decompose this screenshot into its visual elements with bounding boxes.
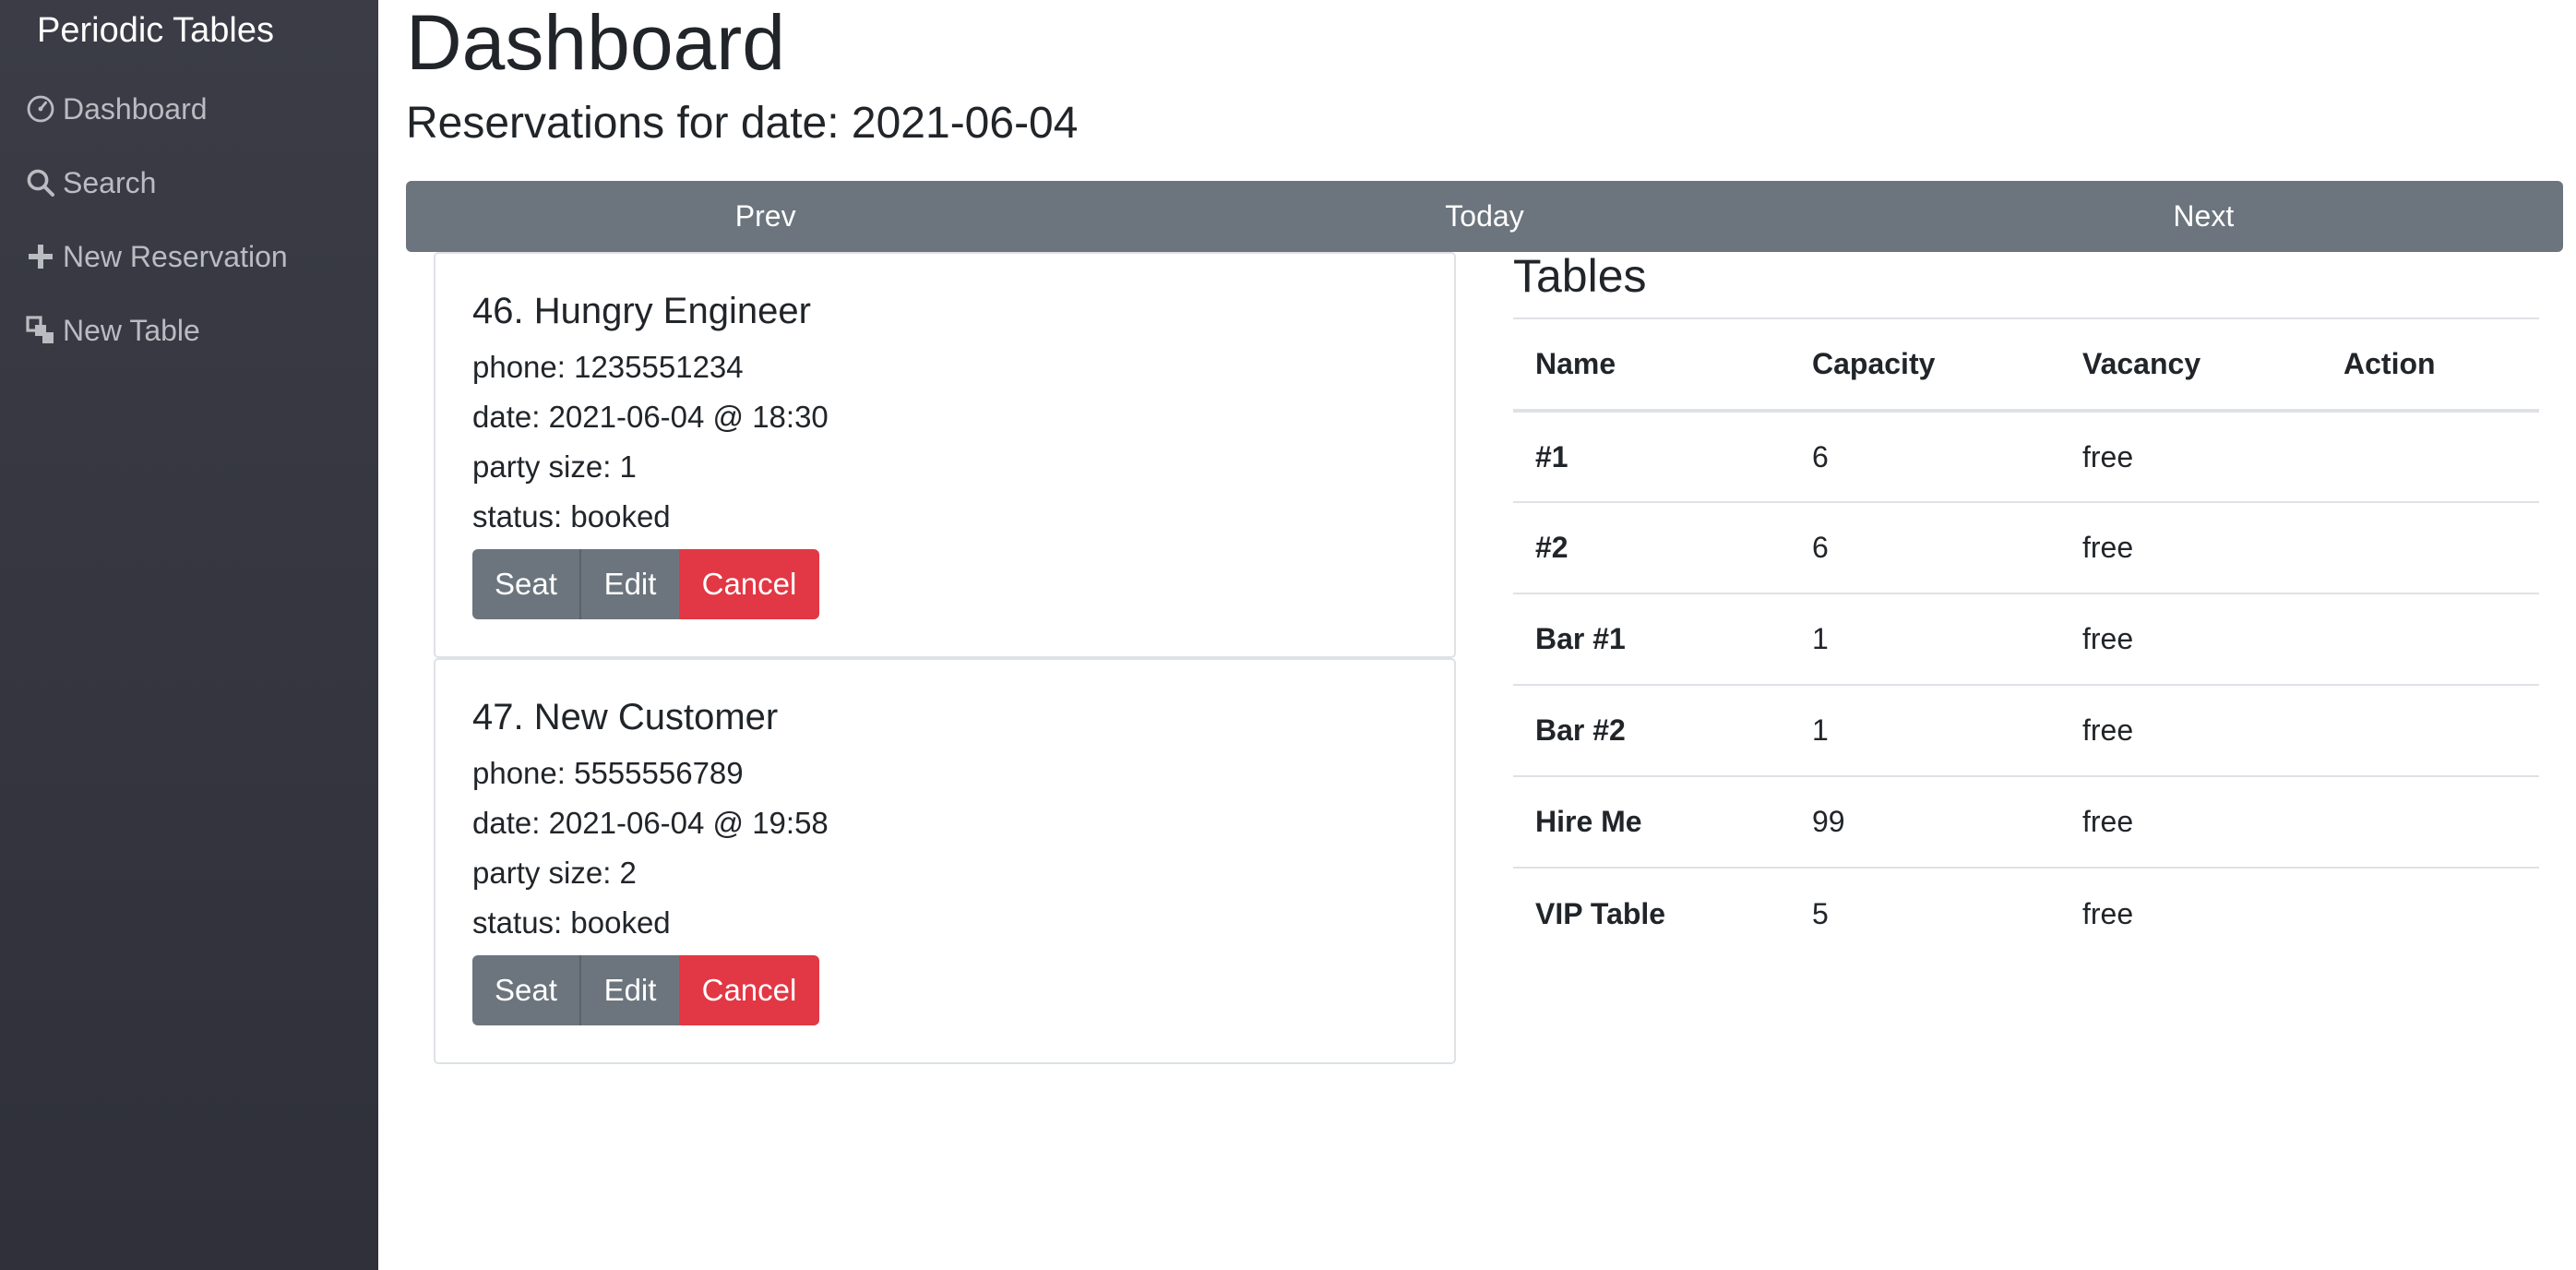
sidebar-item-label: Search <box>63 165 157 199</box>
table-name-cell: Bar #1 <box>1513 593 1790 686</box>
table-capacity-cell: 1 <box>1790 685 2060 777</box>
table-action-cell <box>2321 776 2539 869</box>
table-header-row: Name Capacity Vacancy Action <box>1513 318 2539 413</box>
dashboard-gauge-icon <box>24 92 57 126</box>
table-name-cell: #2 <box>1513 502 1790 594</box>
sidebar: Periodic Tables Dashboard Search New Res… <box>0 0 378 1270</box>
today-button[interactable]: Today <box>1125 181 1843 252</box>
tables-table: Name Capacity Vacancy Action #1 6 free #… <box>1513 318 2539 959</box>
table-vacancy-cell: free <box>2082 896 2134 930</box>
table-vacancy-cell: free <box>2060 411 2321 503</box>
edit-button[interactable]: Edit <box>579 549 679 619</box>
table-capacity-cell: 6 <box>1790 411 2060 503</box>
table-name-cell: VIP Table <box>1535 896 1666 930</box>
table-row: Bar #1 1 free <box>1513 593 2539 686</box>
page-title: Dashboard <box>406 0 785 86</box>
reservation-date: date: 2021-06-04 @ 19:58 <box>472 806 829 840</box>
layers-icon <box>24 314 57 347</box>
column-header-capacity: Capacity <box>1790 318 2060 413</box>
table-action-cell <box>2321 593 2539 686</box>
sidebar-item-dashboard[interactable]: Dashboard <box>24 85 208 133</box>
tables-table-container: Name Capacity Vacancy Action #1 6 free #… <box>1513 318 2539 959</box>
table-vacancy-cell: free <box>2060 776 2321 869</box>
table-capacity-cell: 6 <box>1790 502 2060 594</box>
cancel-button[interactable]: Cancel <box>679 955 819 1025</box>
cancel-button[interactable]: Cancel <box>679 549 819 619</box>
sidebar-item-label: New Reservation <box>63 239 288 273</box>
table-action-cell <box>2321 502 2539 594</box>
table-row: #1 6 free <box>1513 411 2539 503</box>
edit-button[interactable]: Edit <box>579 955 679 1025</box>
table-vacancy-cell: free <box>2060 685 2321 777</box>
reservation-status: status: booked <box>472 905 671 940</box>
table-action-cell <box>2321 868 2539 959</box>
column-header-vacancy: Vacancy <box>2060 318 2321 413</box>
plus-icon <box>24 240 57 273</box>
app-brand[interactable]: Periodic Tables <box>37 11 274 51</box>
column-header-name: Name <box>1513 318 1790 413</box>
search-icon <box>24 166 57 199</box>
reservation-phone: phone: 5555556789 <box>472 756 744 790</box>
table-capacity-cell: 5 <box>1812 896 1829 930</box>
sidebar-item-label: New Table <box>63 313 200 347</box>
table-capacity-cell: 99 <box>1790 776 2060 869</box>
main-content: Dashboard Reservations for date: 2021-06… <box>378 0 2576 1270</box>
date-navigation: Prev Today Next <box>406 181 2563 252</box>
column-header-action: Action <box>2321 318 2539 413</box>
sidebar-item-new-table[interactable]: New Table <box>24 306 200 354</box>
reservation-actions: Seat Edit Cancel <box>472 955 819 1025</box>
reservation-date: date: 2021-06-04 @ 18:30 <box>472 400 829 434</box>
reservation-title: 47. New Customer <box>472 697 779 737</box>
reservation-card: 46. Hungry Engineer phone: 1235551234 da… <box>434 252 1456 658</box>
reservation-status: status: booked <box>472 499 671 533</box>
reservation-card: 47. New Customer phone: 5555556789 date:… <box>434 658 1456 1064</box>
table-capacity-cell: 1 <box>1790 593 2060 686</box>
seat-button[interactable]: Seat <box>472 955 579 1025</box>
reservation-title: 46. Hungry Engineer <box>472 291 811 331</box>
sidebar-item-label: Dashboard <box>63 91 208 126</box>
reservation-party-size: party size: 1 <box>472 449 637 484</box>
table-name-cell: Bar #2 <box>1513 685 1790 777</box>
reservation-phone: phone: 1235551234 <box>472 350 744 384</box>
prev-button[interactable]: Prev <box>406 181 1125 252</box>
sidebar-item-new-reservation[interactable]: New Reservation <box>24 233 288 281</box>
reservation-party-size: party size: 2 <box>472 856 637 890</box>
table-row: Hire Me 99 free <box>1513 776 2539 869</box>
seat-button[interactable]: Seat <box>472 549 579 619</box>
table-action-cell <box>2321 685 2539 777</box>
reservations-date-heading: Reservations for date: 2021-06-04 <box>406 99 1079 148</box>
tables-heading: Tables <box>1513 250 1647 302</box>
table-name-cell: Hire Me <box>1513 776 1790 869</box>
table-row: Bar #2 1 free <box>1513 685 2539 777</box>
table-vacancy-cell: free <box>2060 593 2321 686</box>
sidebar-item-search[interactable]: Search <box>24 159 156 207</box>
table-name-cell: #1 <box>1513 411 1790 503</box>
table-row: #2 6 free <box>1513 502 2539 594</box>
table-vacancy-cell: free <box>2060 502 2321 594</box>
reservation-actions: Seat Edit Cancel <box>472 549 819 619</box>
next-button[interactable]: Next <box>1844 181 2563 252</box>
table-action-cell <box>2321 411 2539 503</box>
table-row: VIP Table 5 free <box>1513 868 2539 959</box>
